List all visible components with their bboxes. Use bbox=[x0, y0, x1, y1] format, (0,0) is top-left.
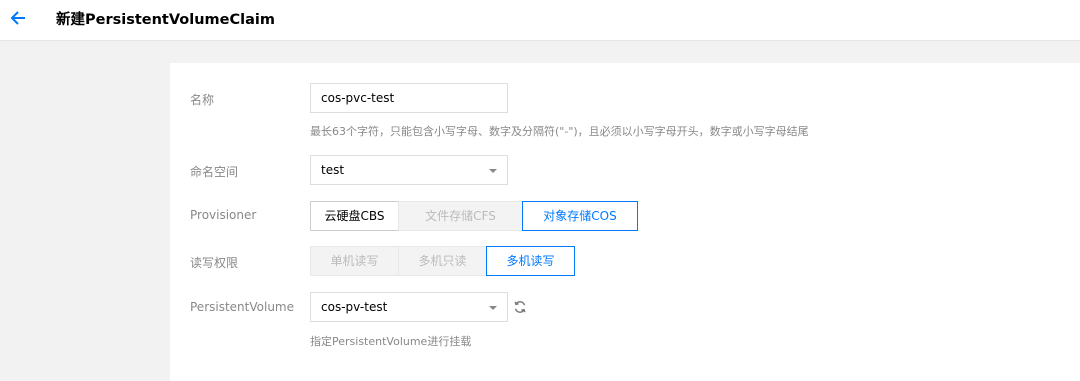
provisioner-option-cfs[interactable]: 文件存储CFS bbox=[398, 201, 523, 231]
provisioner-option-cbs[interactable]: 云硬盘CBS bbox=[310, 201, 399, 231]
namespace-select-value: test bbox=[321, 163, 345, 177]
persistent-volume-hint: 指定PersistentVolume进行挂载 bbox=[310, 335, 472, 348]
page-title: 新建PersistentVolumeClaim bbox=[56, 12, 275, 28]
provisioner-option-cos[interactable]: 对象存储COS bbox=[522, 201, 638, 231]
chevron-down-icon bbox=[489, 306, 497, 310]
arrow-left-icon[interactable] bbox=[9, 8, 29, 28]
chevron-down-icon bbox=[489, 169, 497, 173]
access-mode-option-multi-ro[interactable]: 多机只读 bbox=[398, 246, 487, 276]
persistent-volume-label: PersistentVolume bbox=[190, 300, 294, 314]
persistent-volume-select[interactable]: cos-pv-test bbox=[310, 292, 508, 322]
persistent-volume-select-value: cos-pv-test bbox=[321, 300, 388, 314]
access-mode-option-multi-rw[interactable]: 多机读写 bbox=[486, 246, 575, 276]
access-mode-label: 读写权限 bbox=[190, 256, 239, 270]
access-mode-option-single-rw[interactable]: 单机读写 bbox=[310, 246, 399, 276]
namespace-select[interactable]: test bbox=[310, 155, 508, 185]
name-input-value: cos-pvc-test bbox=[321, 91, 395, 105]
provisioner-label: Provisioner bbox=[190, 208, 257, 222]
refresh-icon[interactable] bbox=[513, 300, 527, 314]
top-bar: 新建PersistentVolumeClaim bbox=[0, 0, 1080, 41]
namespace-label: 命名空间 bbox=[190, 165, 239, 179]
name-hint: 最长63个字符，只能包含小写字母、数字及分隔符("-")，且必须以小写字母开头，… bbox=[310, 125, 809, 138]
name-input[interactable]: cos-pvc-test bbox=[310, 83, 508, 113]
name-label: 名称 bbox=[190, 93, 215, 107]
